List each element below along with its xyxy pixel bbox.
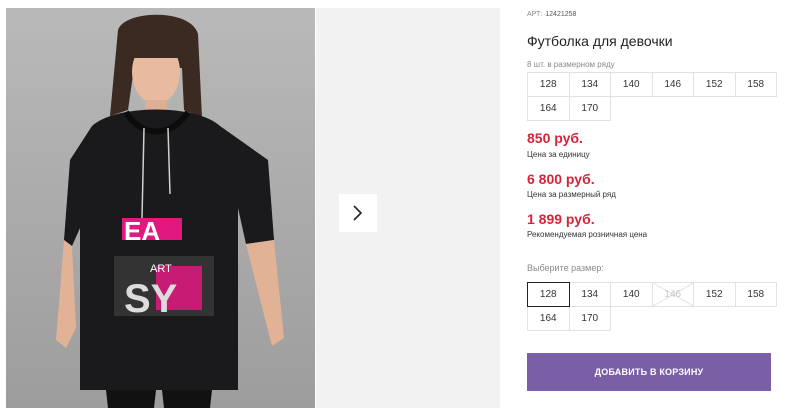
product-photo-illustration: EA ART SY [56, 14, 284, 408]
retail-price: 1 899 руб. [527, 211, 595, 227]
row-price: 6 800 руб. [527, 171, 595, 187]
retail-price-label: Рекомендуемая розничная цена [527, 230, 648, 239]
size-option-140[interactable]: 140 [610, 282, 653, 307]
size-option-152[interactable]: 152 [693, 282, 736, 307]
print-text-bottom: SY [124, 277, 178, 321]
size-option-146: 146 [651, 282, 694, 307]
print-text-mid: ART [150, 263, 172, 275]
size-option-128[interactable]: 128 [527, 282, 570, 307]
size-row-cell: 128 [527, 72, 570, 97]
size-option-170[interactable]: 170 [568, 306, 611, 331]
size-select-label: Выберите размер: [527, 263, 604, 273]
article-value: 12421258 [545, 11, 577, 18]
size-selector: 128 134 140 146 152 158 164 170 [527, 282, 777, 331]
article-label: АРТ [527, 11, 541, 18]
chevron-right-icon [353, 205, 363, 221]
right-arm [246, 240, 284, 346]
size-row-cell: 158 [734, 72, 777, 97]
size-option-158[interactable]: 158 [734, 282, 777, 307]
left-arm [56, 240, 76, 348]
legging-left [106, 390, 156, 408]
size-option-label: 146 [664, 289, 682, 300]
size-option-134[interactable]: 134 [568, 282, 611, 307]
print-text-top: EA [124, 216, 160, 246]
size-row-cell: 146 [651, 72, 694, 97]
product-photo[interactable]: EA ART SY [6, 8, 315, 408]
size-option-164[interactable]: 164 [527, 306, 570, 331]
size-row-cell: 170 [568, 96, 611, 121]
product-gallery: EA ART SY [0, 0, 500, 408]
article-number: АРТ: 12421258 [527, 11, 577, 18]
unit-price: 850 руб. [527, 130, 583, 146]
size-row-grid: 128 134 140 146 152 158 164 170 [527, 72, 777, 121]
size-row-cell: 152 [693, 72, 736, 97]
unit-price-label: Цена за единицу [527, 150, 590, 159]
product-title: Футболка для девочки [527, 33, 673, 49]
size-row-cell: 164 [527, 96, 570, 121]
size-row-note: 8 шт. в размерном ряду [527, 60, 615, 69]
size-row-cell: 140 [610, 72, 653, 97]
row-price-label: Цена за размерный ряд [527, 190, 616, 199]
add-to-cart-button[interactable]: Добавить в корзину [527, 353, 771, 391]
gallery-next-button[interactable] [339, 194, 377, 232]
size-row-cell: 134 [568, 72, 611, 97]
legging-right [162, 390, 212, 408]
